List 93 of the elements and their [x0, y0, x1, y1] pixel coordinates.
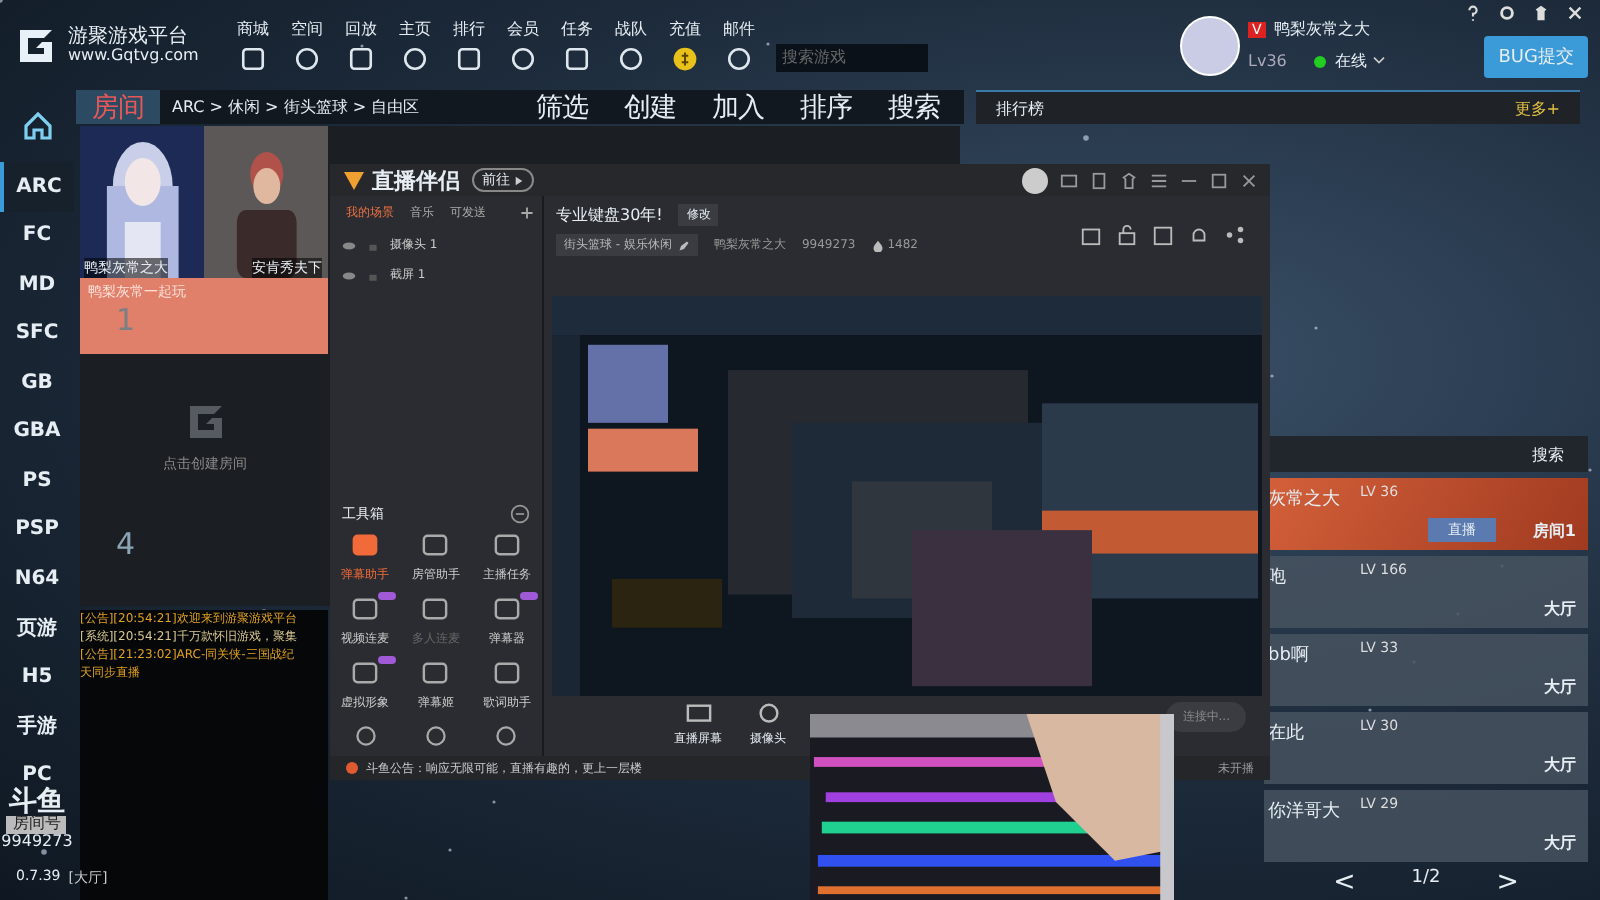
player-location: 大厅 [1544, 832, 1576, 854]
settings-icon[interactable] [1498, 4, 1516, 22]
tool-icon [352, 660, 379, 687]
platform-tab[interactable]: GB [0, 358, 74, 407]
player-location: 大厅 [1544, 676, 1576, 698]
nav-item[interactable]: 充值 [660, 18, 710, 72]
nav-item[interactable]: 商城 [228, 18, 278, 72]
tool-icon [352, 596, 379, 623]
room-number-label: 房间号 [6, 816, 67, 834]
tool-icon [493, 596, 520, 623]
maximize-icon[interactable] [1210, 171, 1228, 190]
collapse-icon[interactable] [510, 504, 530, 525]
app-title: 直播伴侣 [372, 165, 460, 196]
search-button[interactable]: 搜索 [1532, 443, 1564, 465]
tool-icon [493, 532, 520, 559]
toolbar-link[interactable]: 创建 [624, 89, 676, 125]
toolbar-link[interactable]: 搜索 [888, 89, 940, 125]
flame-icon [871, 239, 884, 252]
platform-tab[interactable]: ARC [0, 162, 74, 211]
tool-icon [352, 532, 379, 559]
player-name: 你洋哥大 [1268, 799, 1340, 824]
next-page-button[interactable]: > [1496, 868, 1519, 898]
search-field[interactable]: 搜索游戏 [776, 43, 928, 71]
platform-tab[interactable]: 手游 [0, 701, 74, 750]
bell-icon[interactable] [1188, 224, 1210, 247]
share-icon[interactable] [1224, 224, 1246, 247]
room-number: 4 [116, 526, 136, 562]
tool-icon[interactable] [494, 724, 519, 749]
player-location: 房间1 [1532, 520, 1576, 542]
previous-page-button[interactable]: < [1333, 868, 1356, 898]
unlock-icon[interactable] [1116, 224, 1138, 247]
room-id: 9949273 [1, 833, 73, 850]
tool-icon [493, 660, 520, 687]
platform-tab[interactable]: H5 [0, 652, 74, 701]
player-name: 在此 [1268, 721, 1304, 746]
nav-item[interactable]: 排行 [444, 18, 494, 72]
nav-item[interactable]: 会员 [498, 18, 548, 72]
chevron-down-icon [1372, 56, 1387, 66]
stream-title: 专业键盘30年! [556, 204, 663, 227]
platform-title: 游聚游戏平台 [68, 25, 190, 48]
nav-item[interactable]: 主页 [390, 18, 440, 72]
status-dropdown[interactable]: 在线 [1334, 50, 1387, 72]
avatar[interactable] [1022, 167, 1048, 194]
tool-icon[interactable] [353, 724, 378, 749]
tool-icon [422, 596, 449, 623]
online-dot [1314, 55, 1327, 67]
platform-tab[interactable]: 页游 [0, 603, 74, 652]
platform-tab[interactable]: SFC [0, 309, 74, 358]
help-icon[interactable] [1464, 4, 1482, 22]
nav-item[interactable]: 邮件 [714, 18, 764, 72]
platform-tab[interactable]: FC [0, 211, 74, 260]
tool-icon [422, 532, 449, 559]
platform-tab[interactable]: N64 [0, 554, 74, 603]
user-level: Lv36 [1248, 52, 1287, 70]
avatar[interactable] [1180, 15, 1240, 75]
platform-tab[interactable]: MD [0, 260, 74, 309]
player-location: 大厅 [1544, 598, 1576, 620]
platform-tab[interactable]: PS [0, 456, 74, 505]
webcam-icon [755, 702, 781, 729]
pencil-icon [677, 239, 690, 252]
add-icon[interactable] [520, 206, 534, 221]
nav-item[interactable]: 回放 [336, 18, 386, 72]
player-name: bb啊 [1268, 644, 1309, 668]
nav-item[interactable]: 任务 [552, 18, 602, 72]
toolbar-link[interactable]: 加入 [712, 89, 764, 125]
user-name: 鸭梨灰常之大 [1273, 18, 1370, 40]
notice-icon [346, 762, 358, 775]
close-icon[interactable] [1240, 171, 1258, 190]
logo-icon [342, 168, 366, 193]
document-icon[interactable] [1090, 171, 1108, 190]
platform-tab[interactable]: PSP [0, 505, 74, 554]
breadcrumb-path: ARC > 休闲 > 街头篮球 > 自由区 [172, 96, 420, 118]
page-indicator: 1/2 [1411, 868, 1441, 892]
toolbar-link[interactable]: 筛选 [536, 89, 588, 125]
tool-icon [422, 660, 449, 687]
menu-icon[interactable] [1150, 171, 1168, 190]
nav-item[interactable]: 空间 [282, 18, 332, 72]
play-icon [514, 175, 524, 186]
tool-icon[interactable] [423, 724, 448, 749]
more-link[interactable]: 更多+ [1514, 97, 1560, 119]
ranking-title: 排行榜 [996, 97, 1044, 119]
nav-item[interactable]: 战队 [606, 18, 656, 72]
douyu-logo: 斗鱼 [8, 787, 65, 817]
coin-icon [672, 46, 698, 72]
eye-icon[interactable] [342, 269, 356, 282]
box-icon[interactable] [1152, 224, 1174, 247]
room-number: 1 [116, 302, 138, 338]
player-location: 大厅 [1544, 754, 1576, 776]
toolbar-link[interactable]: 排序 [800, 89, 852, 125]
platform-tab[interactable]: GBA [0, 407, 74, 456]
platform-url: www.Gqtvg.com [68, 47, 199, 65]
home-icon[interactable] [21, 110, 53, 142]
eye-icon[interactable] [342, 239, 356, 252]
